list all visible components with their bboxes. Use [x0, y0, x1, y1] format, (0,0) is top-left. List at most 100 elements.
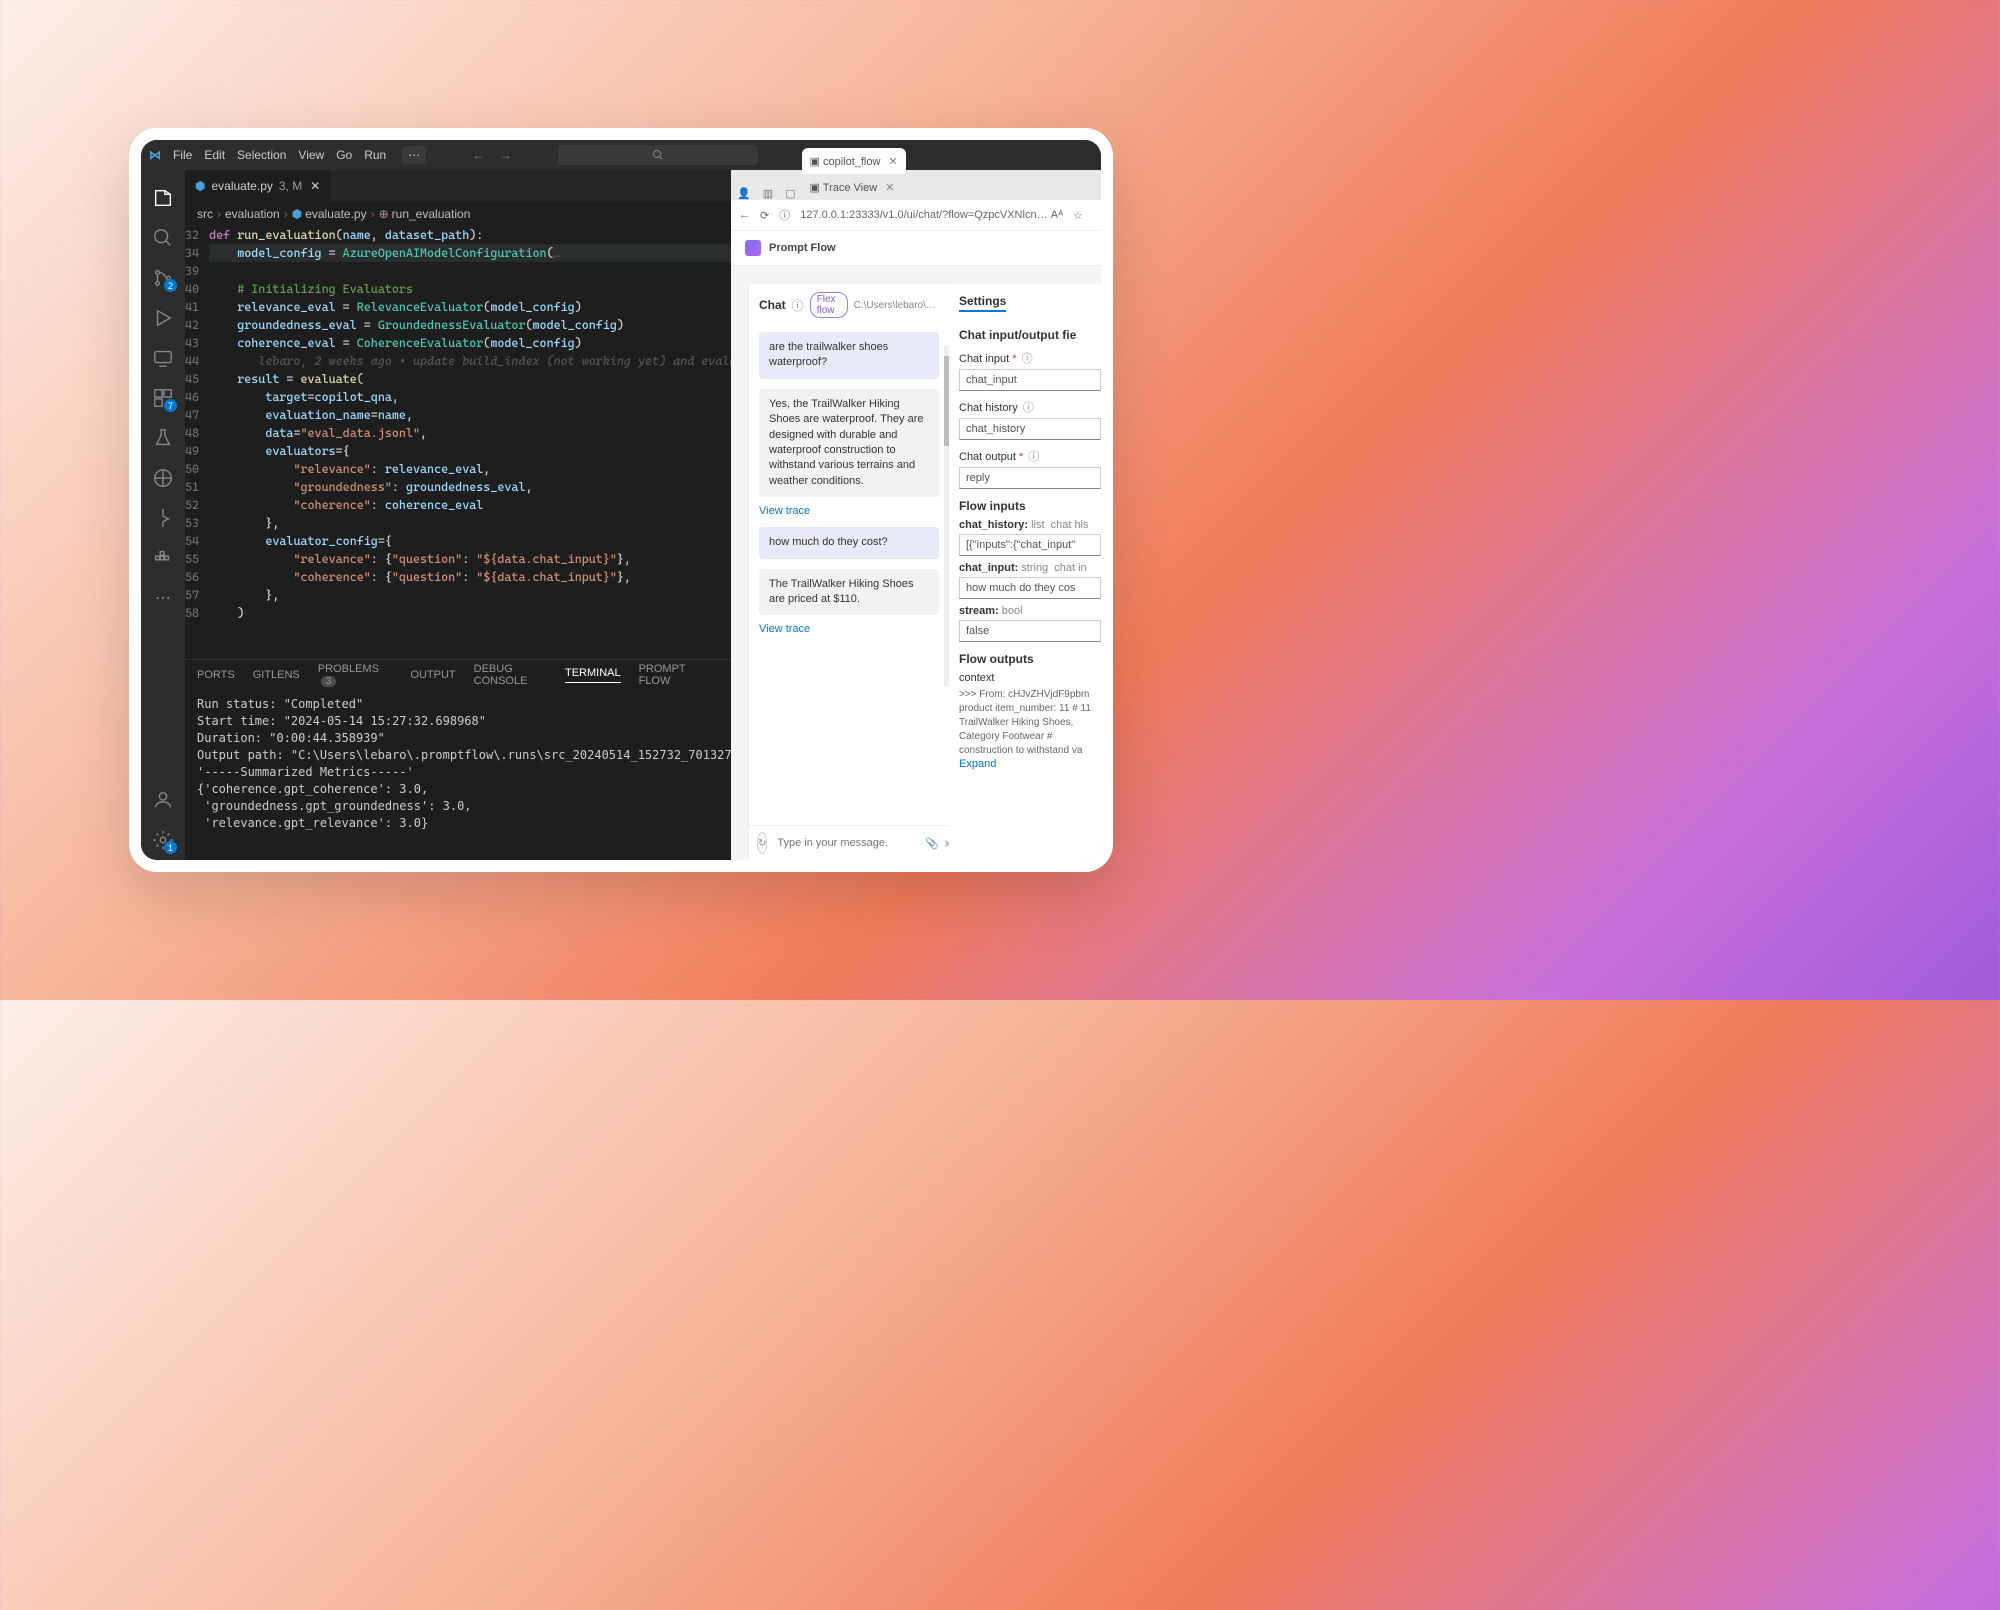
explorer-icon[interactable]: [151, 186, 175, 210]
read-aloud-icon[interactable]: Aᴬ: [1051, 209, 1063, 221]
flow-inputs-heading: Flow inputs: [959, 499, 1101, 513]
run-debug-icon[interactable]: [151, 306, 175, 330]
menu-overflow[interactable]: ⋯: [402, 146, 426, 164]
chat-input-label: Chat input * ⓘ: [959, 350, 1101, 366]
close-icon[interactable]: ✕: [888, 155, 897, 168]
promptflow-icon[interactable]: [151, 506, 175, 530]
flow-path: C:\Users\lebaro\azure_ai_rep…: [854, 300, 939, 311]
vscode-logo-icon: ⋈: [149, 148, 161, 162]
context-value: >>> From: cHJvZHVjdF9pbm product item_nu…: [959, 688, 1101, 758]
file-tab[interactable]: ⬢ evaluate.py 3, M ✕: [185, 170, 330, 202]
workspaces-icon[interactable]: ▥: [757, 187, 779, 200]
url-text[interactable]: 127.0.0.1:23333/v1.0/ui/chat/?flow=QzpcV…: [800, 209, 1051, 221]
tab-filename: evaluate.py: [211, 179, 272, 193]
app-title: Prompt Flow: [769, 242, 836, 254]
profile-icon[interactable]: 👤: [731, 187, 757, 200]
settings-panel: Settings Chat input/output fie Chat inpu…: [949, 284, 1101, 860]
menu-view[interactable]: View: [298, 148, 324, 162]
python-file-icon: ⬢: [195, 179, 205, 193]
chat-header: Chat ⓘ Flex flow C:\Users\lebaro\azure_a…: [749, 284, 949, 326]
chat-output-label: Chat output * ⓘ: [959, 448, 1101, 464]
context-label: context: [959, 672, 1101, 684]
panel-tab-debug-console[interactable]: DEBUG CONSOLE: [474, 663, 547, 687]
nav-arrows: ← →: [466, 148, 517, 162]
panel-tab-ports[interactable]: PORTS: [197, 669, 235, 681]
settings-title: Settings: [959, 294, 1006, 312]
search-icon[interactable]: [151, 226, 175, 250]
flow-badge: Flex flow: [810, 292, 848, 318]
io-heading: Chat input/output fie: [959, 328, 1101, 342]
scrollbar-thumb[interactable]: [944, 356, 949, 446]
chat-bubble: Yes, the TrailWalker Hiking Shoes are wa…: [759, 389, 939, 497]
info-icon[interactable]: ⓘ: [1023, 402, 1034, 414]
chat-bubble: are the trailwalker shoes waterproof?: [759, 332, 939, 379]
menu-selection[interactable]: Selection: [237, 148, 286, 162]
app-header: Prompt Flow: [731, 231, 1101, 266]
chat-history-label: Chat history ⓘ: [959, 399, 1101, 415]
browser-tab[interactable]: ▣ Trace View✕: [802, 174, 906, 200]
close-icon[interactable]: ✕: [310, 179, 320, 193]
refresh-icon[interactable]: ⟳: [760, 209, 769, 222]
more-icon[interactable]: ⋯: [151, 586, 175, 610]
input-stream-field[interactable]: false: [959, 620, 1101, 642]
chat-history-field[interactable]: chat_history: [959, 418, 1101, 440]
tab-actions-icon[interactable]: ▢: [779, 187, 801, 200]
editor-tabs: ⬢ evaluate.py 3, M ✕: [185, 170, 731, 202]
activity-bar: 2 7 ⋯ 1: [141, 170, 185, 860]
chat-output-field[interactable]: reply: [959, 467, 1101, 489]
view-trace-link[interactable]: View trace: [759, 623, 939, 635]
chat-input-field[interactable]: chat_input: [959, 369, 1101, 391]
view-trace-link[interactable]: View trace: [759, 505, 939, 517]
browser-tabs: 👤 ▥ ▢ ▣ copilot_flow✕▣ Trace View✕: [731, 170, 1101, 200]
browser-tab[interactable]: ▣ copilot_flow✕: [802, 148, 906, 174]
nav-back-icon[interactable]: ←: [739, 209, 750, 221]
address-bar: ← ⟳ ⓘ 127.0.0.1:23333/v1.0/ui/chat/?flow…: [731, 200, 1101, 231]
breadcrumb[interactable]: src›evaluation›⬢evaluate.py›⊕run_evaluat…: [185, 202, 731, 226]
docker-icon[interactable]: [151, 546, 175, 570]
close-icon[interactable]: ✕: [885, 181, 894, 194]
input-chat-history: chat_history:list chat his: [959, 519, 1101, 531]
chat-bubble: The TrailWalker Hiking Shoes are priced …: [759, 569, 939, 616]
chat-title: Chat: [759, 298, 786, 312]
input-stream: stream:bool: [959, 605, 1101, 617]
nav-forward[interactable]: →: [500, 148, 512, 162]
expand-link[interactable]: Expand: [959, 758, 1101, 770]
chat-messages: are the trailwalker shoes waterproof? Yes…: [749, 326, 949, 825]
attach-icon[interactable]: 📎: [925, 837, 939, 850]
panel-tab-prompt-flow[interactable]: PROMPT FLOW: [639, 663, 701, 687]
menu-go[interactable]: Go: [336, 148, 352, 162]
info-icon[interactable]: ⓘ: [792, 297, 804, 314]
promptflow-logo-icon: [745, 240, 761, 256]
extensions-icon[interactable]: 7: [151, 386, 175, 410]
menu-file[interactable]: File: [173, 148, 192, 162]
nav-back[interactable]: ←: [472, 148, 484, 162]
panel-tab-problems[interactable]: PROBLEMS3: [318, 663, 393, 687]
panel-tabs: PORTS GITLENS PROBLEMS3 OUTPUT DEBUG CONSOLE…: [185, 660, 731, 690]
account-icon[interactable]: [151, 788, 175, 812]
restart-icon[interactable]: ↻: [757, 832, 767, 854]
azure-icon[interactable]: [151, 466, 175, 490]
terminal-output[interactable]: Run status: "Completed"Start time: "2024…: [185, 690, 731, 860]
input-chat-input-field[interactable]: how much do they cos: [959, 577, 1101, 599]
input-chat-input: chat_input:string chat in: [959, 562, 1101, 574]
panel-tab-terminal[interactable]: TERMINAL: [565, 667, 621, 683]
panel-tab-output[interactable]: OUTPUT: [410, 669, 455, 681]
flask-icon[interactable]: [151, 426, 175, 450]
menu-run[interactable]: Run: [364, 148, 386, 162]
info-icon[interactable]: ⓘ: [1028, 451, 1039, 463]
scm-icon[interactable]: 2: [151, 266, 175, 290]
command-search[interactable]: [558, 145, 758, 165]
favorite-icon[interactable]: ☆: [1073, 209, 1083, 222]
tab-status: 3, M: [279, 179, 302, 193]
input-chat-history-field[interactable]: [{"inputs":{"chat_input": [959, 534, 1101, 556]
site-info-icon[interactable]: ⓘ: [779, 207, 790, 223]
panel-tab-gitlens[interactable]: GITLENS: [253, 669, 300, 681]
remote-icon[interactable]: [151, 346, 175, 370]
menu-edit[interactable]: Edit: [204, 148, 225, 162]
settings-gear-icon[interactable]: 1: [151, 828, 175, 852]
chat-input-bar: ↻ 📎 ➤: [749, 825, 949, 860]
code-editor[interactable]: 3234394041424344454647484950515253545556…: [185, 226, 731, 659]
browser-pane: 👤 ▥ ▢ ▣ copilot_flow✕▣ Trace View✕ ← ⟳ ⓘ…: [731, 170, 1101, 860]
info-icon[interactable]: ⓘ: [1022, 353, 1033, 365]
chat-input[interactable]: [775, 836, 921, 850]
